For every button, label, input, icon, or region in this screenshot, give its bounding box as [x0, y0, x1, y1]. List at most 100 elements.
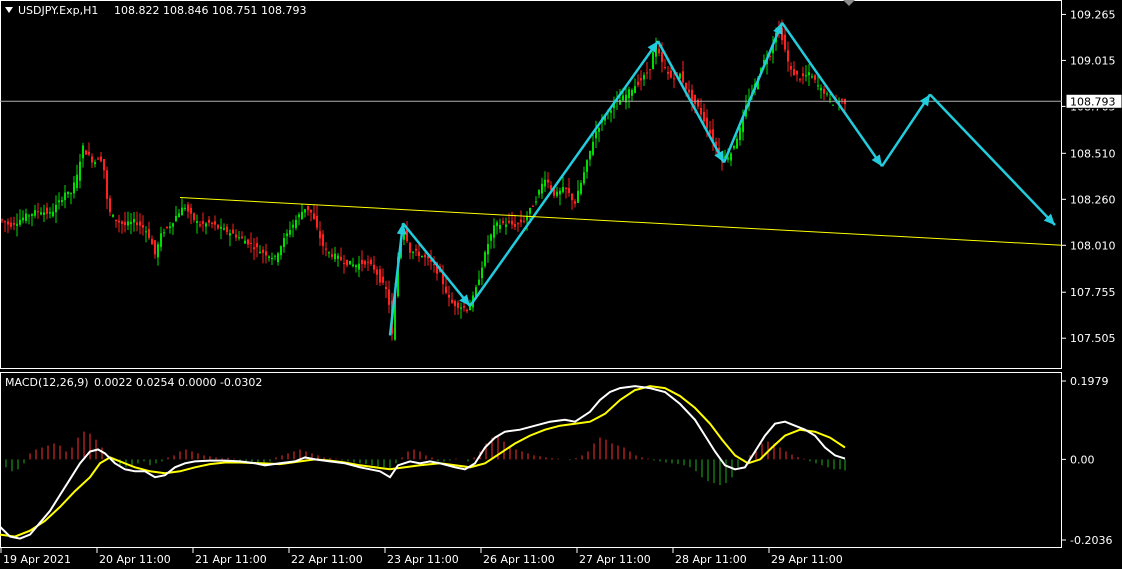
bull-candle — [283, 238, 285, 248]
macd-title: MACD(12,26,9) — [5, 376, 89, 389]
bear-candle — [700, 107, 702, 115]
bear-candle — [796, 70, 798, 75]
bull-candle — [172, 223, 174, 227]
bull-candle — [538, 190, 540, 195]
zigzag-arrow-shaft — [722, 22, 784, 164]
bull-candle — [160, 233, 162, 247]
bear-candle — [103, 159, 105, 171]
price-axis-label: 107.755 — [1070, 286, 1116, 299]
bear-candle — [445, 286, 447, 293]
macd-readout: 0.0022 0.0254 0.0000 -0.0302 — [94, 376, 262, 389]
bull-candle — [175, 215, 177, 222]
bull-candle — [277, 253, 279, 263]
bear-candle — [463, 305, 465, 308]
bull-candle — [811, 76, 813, 78]
time-axis-label: 20 Apr 11:00 — [99, 553, 171, 566]
bull-candle — [28, 215, 30, 217]
bull-candle — [544, 179, 546, 187]
price-pane-border — [0, 0, 1062, 369]
bull-candle — [358, 263, 360, 270]
bull-candle — [631, 90, 633, 96]
bear-candle — [136, 222, 138, 226]
bull-candle — [133, 219, 135, 223]
bear-candle — [646, 72, 648, 74]
bull-candle — [634, 86, 636, 94]
bear-candle — [685, 82, 687, 90]
bear-candle — [46, 207, 48, 214]
bear-candle — [211, 222, 213, 224]
bear-candle — [523, 220, 525, 222]
bull-candle — [460, 307, 462, 309]
bull-candle — [526, 216, 528, 221]
bear-candle — [307, 205, 309, 211]
bear-candle — [370, 259, 372, 265]
bear-candle — [823, 88, 825, 94]
bear-candle — [346, 259, 348, 266]
price-axis-label: 108.510 — [1070, 147, 1116, 160]
bull-candle — [736, 138, 738, 149]
bear-candle — [208, 219, 210, 223]
bear-candle — [565, 187, 567, 189]
bull-candle — [829, 98, 831, 100]
zigzag-arrowhead — [919, 94, 930, 107]
bear-candle — [250, 242, 252, 244]
bear-candle — [520, 219, 522, 223]
bull-candle — [622, 95, 624, 101]
bear-candle — [142, 225, 144, 228]
bull-candle — [598, 128, 600, 132]
bear-candle — [313, 213, 315, 220]
menu-caret-icon[interactable] — [5, 7, 13, 13]
bull-candle — [181, 207, 183, 216]
time-axis-label: 23 Apr 11:00 — [387, 553, 459, 566]
bear-candle — [151, 238, 153, 245]
x-axis: 19 Apr 2021 20 Apr 11:00 21 Apr 11:00 22 Ap… — [0, 548, 843, 566]
bear-candle — [637, 81, 639, 86]
bear-candle — [361, 259, 363, 265]
bear-candle — [214, 221, 216, 225]
bear-candle — [226, 226, 228, 233]
bull-candle — [295, 219, 297, 228]
trendline — [179, 196, 1063, 246]
bear-candle — [97, 158, 99, 160]
bull-candle — [562, 187, 564, 193]
bear-candle — [457, 302, 459, 309]
bull-candle — [589, 150, 591, 160]
bear-candle — [343, 263, 345, 265]
bull-candle — [64, 192, 66, 201]
bear-candle — [124, 221, 126, 226]
bear-candle — [139, 221, 141, 226]
bull-candle — [805, 75, 807, 77]
bear-candle — [418, 251, 420, 257]
bear-candle — [118, 220, 120, 223]
bear-candle — [511, 220, 513, 225]
bull-candle — [733, 146, 735, 149]
bull-candle — [196, 221, 198, 223]
bear-candle — [424, 254, 426, 258]
bear-candle — [13, 222, 15, 225]
y-axis: 109.265109.015108.765108.510108.260108.0… — [1062, 8, 1122, 547]
bear-candle — [364, 261, 366, 265]
bear-candle — [694, 94, 696, 104]
bull-candle — [337, 255, 339, 259]
bear-candle — [517, 223, 519, 225]
bull-candle — [487, 243, 489, 255]
bear-candle — [10, 222, 12, 227]
scroll-marker-icon[interactable] — [843, 0, 855, 6]
bull-candle — [478, 279, 480, 285]
bull-candle — [67, 191, 69, 195]
bull-candle — [55, 204, 57, 213]
bull-candle — [292, 224, 294, 228]
bear-candle — [409, 242, 411, 253]
bull-candle — [595, 131, 597, 139]
bear-candle — [385, 286, 387, 289]
bull-candle — [610, 110, 612, 113]
bear-candle — [265, 251, 267, 256]
bull-candle — [727, 157, 729, 160]
bull-candle — [94, 162, 96, 165]
bear-candle — [571, 193, 573, 201]
bear-candle — [658, 48, 660, 54]
bear-candle — [88, 151, 90, 155]
bull-candle — [301, 211, 303, 220]
bear-candle — [232, 229, 234, 234]
bear-candle — [673, 78, 675, 80]
